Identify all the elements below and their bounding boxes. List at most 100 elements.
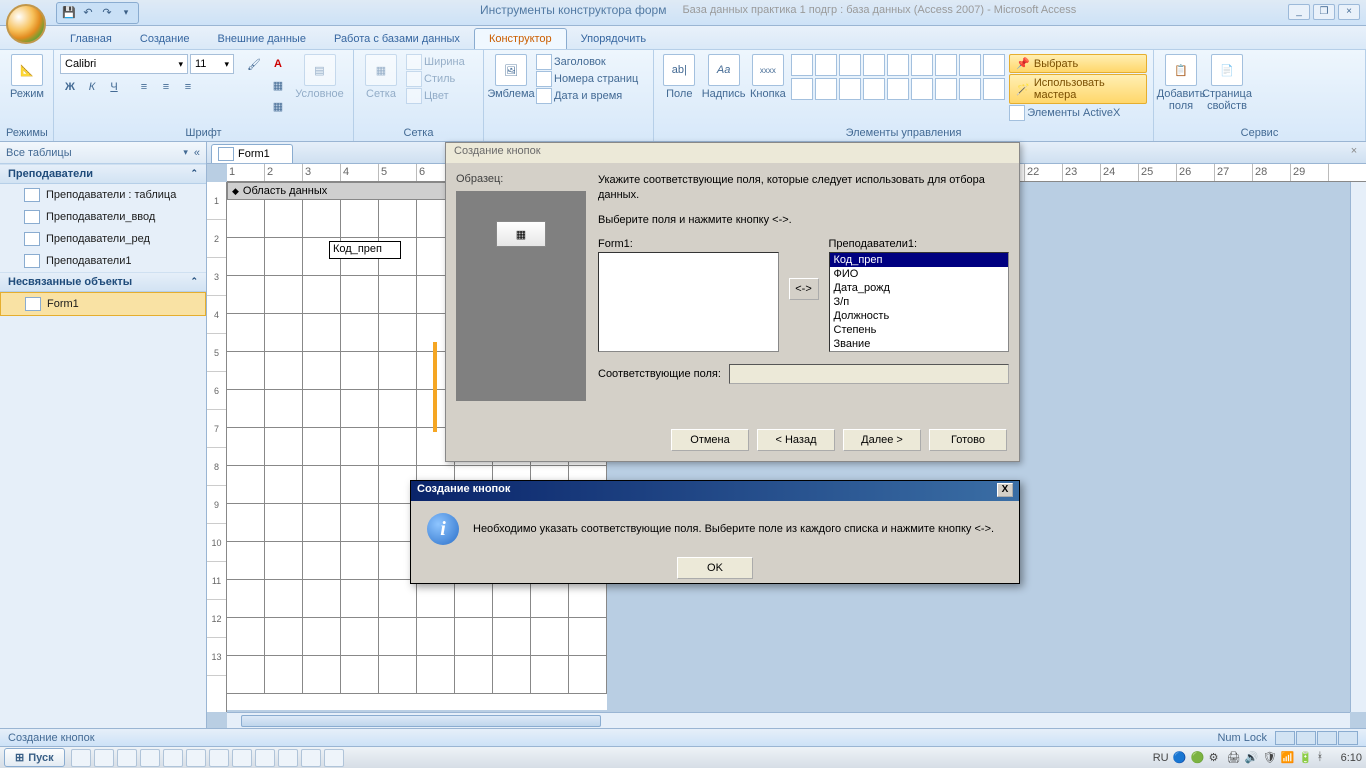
select-button[interactable]: 📌Выбрать xyxy=(1009,54,1147,73)
taskbar-app-icon[interactable] xyxy=(209,749,229,767)
view-datasheet-icon[interactable] xyxy=(1296,731,1316,745)
header-datetime[interactable]: Дата и время xyxy=(536,88,638,104)
right-listbox[interactable]: Код_преп ФИО Дата_рожд З/п Должность Сте… xyxy=(829,252,1010,352)
tray-icon[interactable]: 🛡 xyxy=(1263,751,1277,765)
nav-item-form3[interactable]: Преподаватели1 xyxy=(0,250,206,272)
align-left-icon[interactable]: ≡ xyxy=(134,77,154,97)
bold-button[interactable]: Ж xyxy=(60,77,80,97)
undo-icon[interactable]: ↶ xyxy=(80,5,96,21)
tray-icon[interactable]: ⚙ xyxy=(1209,751,1223,765)
header-pagenum[interactable]: Номера страниц xyxy=(536,71,638,87)
taskbar-app-icon[interactable] xyxy=(186,749,206,767)
alert-title[interactable]: Создание кнопок X xyxy=(411,481,1019,501)
addfields-button[interactable]: 📋Добавить поля xyxy=(1160,54,1202,112)
nav-group-teachers[interactable]: Преподаватели⌃ xyxy=(0,164,206,184)
scroll-thumb[interactable] xyxy=(241,715,601,727)
tab-home[interactable]: Главная xyxy=(56,29,126,49)
nav-item-form1-sel[interactable]: Form1 xyxy=(0,292,206,316)
save-icon[interactable]: 💾 xyxy=(61,5,77,21)
propsheet-button[interactable]: 📄Страница свойств xyxy=(1206,54,1248,112)
ctrl-textbox[interactable]: ab|Поле xyxy=(660,54,699,100)
list-item[interactable]: Дата_рожд xyxy=(830,281,1009,295)
font-name-combo[interactable]: Calibri▾ xyxy=(60,54,188,74)
nav-item-form1[interactable]: Преподаватели_ввод xyxy=(0,206,206,228)
doc-tab-form1[interactable]: Form1 xyxy=(211,144,293,163)
nav-item-form2[interactable]: Преподаватели_ред xyxy=(0,228,206,250)
align-center-icon[interactable]: ≡ xyxy=(156,77,176,97)
clock[interactable]: 6:10 xyxy=(1341,752,1362,764)
tab-external[interactable]: Внешние данные xyxy=(204,29,320,49)
fill-color-icon[interactable]: ▦ xyxy=(268,75,288,95)
redo-icon[interactable]: ↷ xyxy=(99,5,115,21)
taskbar-app-icon[interactable] xyxy=(163,749,183,767)
tray-icon[interactable]: ᚼ xyxy=(1317,751,1331,765)
tray-icon[interactable]: 🖨 xyxy=(1227,751,1241,765)
move-button[interactable]: <-> xyxy=(789,278,819,300)
vertical-scrollbar[interactable] xyxy=(1350,182,1366,712)
taskbar-app-icon[interactable] xyxy=(278,749,298,767)
restore-button[interactable]: ❐ xyxy=(1313,4,1335,20)
back-button[interactable]: < Назад xyxy=(757,429,835,451)
office-button[interactable] xyxy=(6,4,46,44)
taskbar-app-icon[interactable] xyxy=(324,749,344,767)
tray-icon[interactable]: 🔊 xyxy=(1245,751,1259,765)
list-item[interactable]: Звание xyxy=(830,337,1009,351)
underline-button[interactable]: Ч xyxy=(104,77,124,97)
header-title[interactable]: Заголовок xyxy=(536,54,638,70)
next-button[interactable]: Далее > xyxy=(843,429,921,451)
control-gallery[interactable] xyxy=(791,54,1005,100)
font-color-icon[interactable]: A xyxy=(268,54,288,74)
doc-close-button[interactable]: × xyxy=(1346,145,1362,161)
taskbar-app-icon[interactable] xyxy=(140,749,160,767)
format-painter-icon[interactable]: 🖌 xyxy=(244,54,264,74)
tray-icon[interactable]: 🔵 xyxy=(1173,751,1187,765)
logo-button[interactable]: 🖼 Эмблема xyxy=(490,54,532,100)
tray-icon[interactable]: 🟢 xyxy=(1191,751,1205,765)
finish-button[interactable]: Готово xyxy=(929,429,1007,451)
ok-button[interactable]: OK xyxy=(677,557,753,579)
left-listbox[interactable] xyxy=(598,252,779,352)
list-item[interactable]: Код_преп xyxy=(830,253,1009,267)
tray-icon[interactable]: 🔋 xyxy=(1299,751,1313,765)
activex-button[interactable]: Элементы ActiveX xyxy=(1009,105,1147,121)
view-layout-icon[interactable] xyxy=(1317,731,1337,745)
use-wizard-button[interactable]: 🪄Использовать мастера xyxy=(1009,74,1147,104)
horizontal-scrollbar[interactable] xyxy=(227,712,1350,728)
view-design-icon[interactable] xyxy=(1338,731,1358,745)
nav-header[interactable]: Все таблицы ▾ « xyxy=(0,142,206,164)
field-label-kod[interactable]: Код_преп xyxy=(329,241,401,259)
alt-fill-icon[interactable]: ▦ xyxy=(268,96,288,116)
taskbar-app-icon[interactable] xyxy=(94,749,114,767)
list-item[interactable]: Степень xyxy=(830,323,1009,337)
selection-handle[interactable] xyxy=(433,342,439,432)
list-item[interactable]: ФИО xyxy=(830,267,1009,281)
font-size-combo[interactable]: 11▾ xyxy=(190,54,234,74)
taskbar-app-icon[interactable] xyxy=(301,749,321,767)
italic-button[interactable]: К xyxy=(82,77,102,97)
view-form-icon[interactable] xyxy=(1275,731,1295,745)
tab-create[interactable]: Создание xyxy=(126,29,204,49)
alert-close-button[interactable]: X xyxy=(997,483,1013,497)
tab-arrange[interactable]: Упорядочить xyxy=(567,29,660,49)
qat-dropdown-icon[interactable]: ▾ xyxy=(118,5,134,21)
align-right-icon[interactable]: ≡ xyxy=(178,77,198,97)
ctrl-button[interactable]: xxxxКнопка xyxy=(749,54,788,100)
taskbar-app-icon[interactable] xyxy=(117,749,137,767)
tab-design[interactable]: Конструктор xyxy=(474,28,567,49)
tab-dbtools[interactable]: Работа с базами данных xyxy=(320,29,474,49)
lang-indicator[interactable]: RU xyxy=(1153,752,1169,764)
tray-icon[interactable]: 📶 xyxy=(1281,751,1295,765)
close-button[interactable]: × xyxy=(1338,4,1360,20)
ctrl-label[interactable]: AaНадпись xyxy=(703,54,745,100)
nav-group-unrelated[interactable]: Несвязанные объекты⌃ xyxy=(0,272,206,292)
taskbar-app-icon[interactable] xyxy=(255,749,275,767)
nav-item-table[interactable]: Преподаватели : таблица xyxy=(0,184,206,206)
list-item[interactable]: З/п xyxy=(830,295,1009,309)
list-item[interactable]: Должность xyxy=(830,309,1009,323)
cancel-button[interactable]: Отмена xyxy=(671,429,749,451)
start-button[interactable]: ⊞Пуск xyxy=(4,748,65,767)
view-button[interactable]: 📐 Режим xyxy=(6,54,48,100)
collapse-pane-icon[interactable]: « xyxy=(194,147,200,159)
minimize-button[interactable]: _ xyxy=(1288,4,1310,20)
taskbar-app-icon[interactable] xyxy=(71,749,91,767)
